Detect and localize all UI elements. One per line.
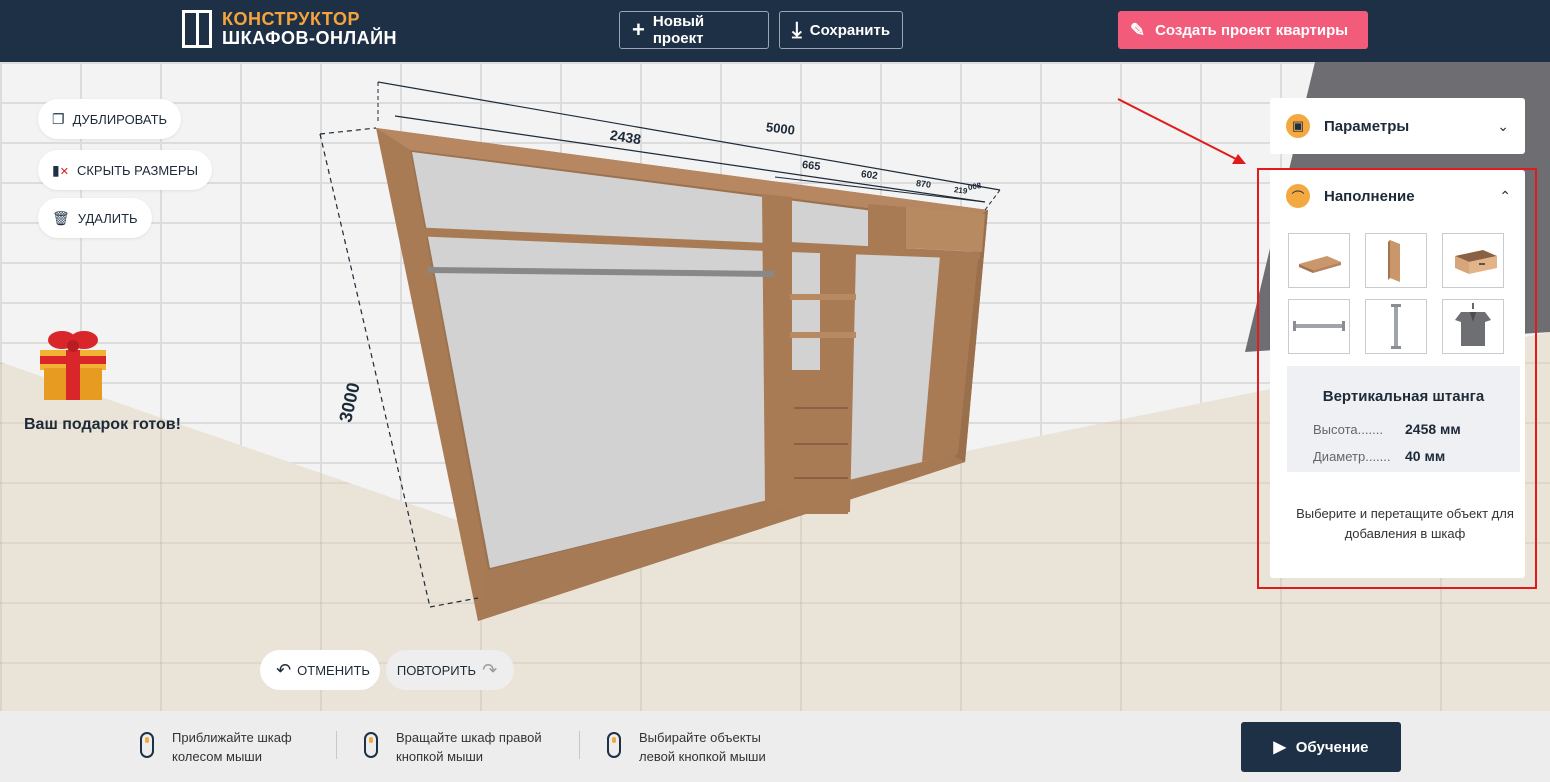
select-hint: Выбирайте объекты левой кнопкой мыши bbox=[607, 728, 766, 766]
undo-icon: ↶ bbox=[276, 659, 292, 680]
gift-icon[interactable] bbox=[36, 324, 110, 400]
logo-title: КОНСТРУКТОР bbox=[222, 9, 360, 29]
dimension-seg2: 602 bbox=[860, 169, 879, 182]
redo-icon: ↷ bbox=[482, 659, 498, 680]
duplicate-button[interactable]: ❐ ДУБЛИРОВАТЬ bbox=[38, 99, 182, 139]
new-project-button[interactable]: + Новый проект bbox=[619, 11, 769, 49]
frame-icon: ▣ bbox=[1286, 114, 1310, 138]
ruler-off-icon: ▮✕ bbox=[52, 161, 69, 178]
video-play-icon: ▶ bbox=[1273, 739, 1286, 756]
ruler-pencil-icon: ✎ bbox=[1130, 19, 1146, 40]
annotation-highlight-box bbox=[1257, 168, 1537, 589]
logo-subtitle: ШКАФОВ-ОНЛАЙН bbox=[222, 28, 398, 48]
chevron-down-icon[interactable]: ⌄ bbox=[1497, 118, 1509, 135]
top-box[interactable] bbox=[906, 207, 985, 252]
mouse-left-button-icon bbox=[607, 732, 621, 758]
parameters-section[interactable]: ▣ Параметры ⌄ bbox=[1270, 98, 1525, 154]
copy-icon: ❐ bbox=[52, 110, 65, 127]
wardrobe-3d-viewport[interactable]: 5000 2438 3000 665 602 870 219 008 ❐ ДУБ… bbox=[0, 62, 1550, 711]
wardrobe-logo-icon bbox=[182, 10, 212, 48]
middle-divider[interactable] bbox=[762, 194, 792, 514]
hide-sizes-button[interactable]: ▮✕ СКРЫТЬ РАЗМЕРЫ bbox=[38, 150, 213, 190]
dimension-seg4: 219 bbox=[953, 185, 968, 196]
dimension-seg3: 870 bbox=[915, 178, 932, 190]
bottom-bar: Приближайте шкаф колесом мыши Вращайте ш… bbox=[0, 711, 1550, 782]
rotate-hint: Вращайте шкаф правой кнопкой мыши bbox=[364, 728, 542, 766]
redo-button[interactable]: ПОВТОРИТЬ ↷ bbox=[386, 650, 514, 690]
gift-text[interactable]: Ваш подарок готов! bbox=[24, 416, 181, 434]
download-icon: ⤓ bbox=[792, 17, 802, 42]
create-apartment-project-button[interactable]: ✎ Создать проект квартиры bbox=[1118, 11, 1368, 49]
shelf-small[interactable] bbox=[790, 332, 856, 338]
dimension-seg1: 665 bbox=[801, 158, 822, 174]
plus-icon: + bbox=[632, 17, 645, 42]
tutorial-button[interactable]: ▶ Обучение bbox=[1241, 722, 1401, 772]
trash-icon: 🗑 bbox=[52, 209, 70, 226]
mouse-right-button-icon bbox=[364, 732, 378, 758]
save-button[interactable]: ⤓ Сохранить bbox=[779, 11, 903, 49]
mouse-wheel-icon bbox=[140, 732, 154, 758]
zoom-hint: Приближайте шкаф колесом мыши bbox=[140, 728, 292, 766]
drawers-block[interactable] bbox=[792, 370, 850, 514]
top-header: КОНСТРУКТОР ШКАФОВ-ОНЛАЙН + Новый проект… bbox=[0, 0, 1550, 62]
shelf-small[interactable] bbox=[790, 294, 856, 300]
undo-button[interactable]: ↶ ОТМЕНИТЬ bbox=[260, 650, 380, 690]
parameters-title: Параметры bbox=[1324, 117, 1410, 135]
delete-button[interactable]: 🗑 УДАЛИТЬ bbox=[38, 198, 152, 238]
horizontal-rod[interactable] bbox=[427, 267, 775, 277]
logo[interactable]: КОНСТРУКТОР ШКАФОВ-ОНЛАЙН bbox=[182, 10, 397, 48]
